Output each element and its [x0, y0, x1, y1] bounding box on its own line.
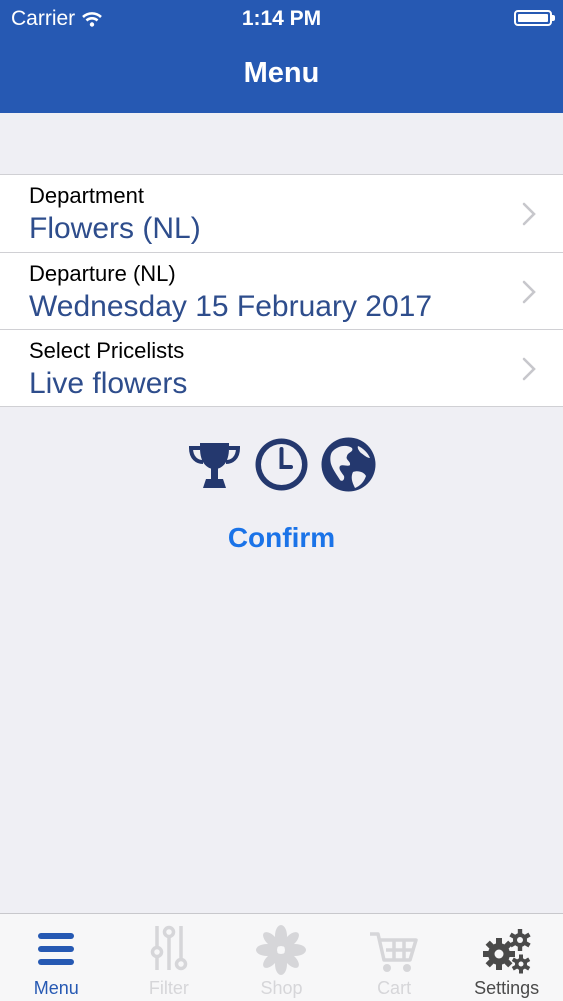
row-label: Select Pricelists	[29, 338, 185, 363]
department-row[interactable]: Department Flowers (NL)	[0, 175, 563, 252]
feature-icons	[0, 436, 563, 493]
sliders-icon	[150, 925, 188, 971]
row-label: Department	[29, 183, 144, 208]
header-bar: Carrier 1:14 PM Menu	[0, 0, 563, 113]
cart-icon	[370, 932, 418, 972]
chevron-right-icon	[522, 280, 536, 304]
menu-icon	[38, 933, 75, 965]
confirm-button[interactable]: Confirm	[0, 522, 563, 554]
page-title: Menu	[243, 57, 320, 89]
tab-filter[interactable]: Filter	[113, 914, 226, 1001]
tab-cart[interactable]: Cart	[338, 914, 451, 1001]
tab-label: Settings	[474, 978, 540, 998]
tab-menu[interactable]: Menu	[0, 914, 113, 1001]
trophy-icon[interactable]	[186, 436, 243, 493]
row-value: Wednesday 15 February 2017	[29, 290, 433, 323]
chevron-right-icon	[522, 357, 536, 381]
tab-label: Filter	[148, 978, 189, 998]
chevron-right-icon	[522, 202, 536, 226]
clock-icon[interactable]	[253, 436, 310, 493]
settings-list: Department Flowers (NL) Departure (NL) W…	[0, 174, 563, 407]
tab-label: Shop	[260, 978, 303, 998]
row-value: Live flowers	[29, 367, 188, 400]
tab-settings[interactable]: Settings	[450, 914, 563, 1001]
tab-label: Menu	[33, 978, 79, 998]
tab-bar: Menu Filter Shop Cart Settings	[0, 913, 563, 1001]
globe-icon[interactable]	[320, 436, 377, 493]
gears-icon	[482, 929, 531, 974]
status-time: 1:14 PM	[241, 7, 322, 30]
row-label: Departure (NL)	[29, 261, 176, 286]
departure-row[interactable]: Departure (NL) Wednesday 15 February 201…	[0, 252, 563, 329]
row-value: Flowers (NL)	[29, 212, 201, 245]
battery-icon	[514, 10, 555, 26]
flower-icon	[256, 925, 307, 975]
status-bar: Carrier 1:14 PM	[0, 0, 563, 38]
tab-label: Cart	[377, 978, 412, 998]
pricelists-row[interactable]: Select Pricelists Live flowers	[0, 329, 563, 406]
tab-shop[interactable]: Shop	[225, 914, 338, 1001]
